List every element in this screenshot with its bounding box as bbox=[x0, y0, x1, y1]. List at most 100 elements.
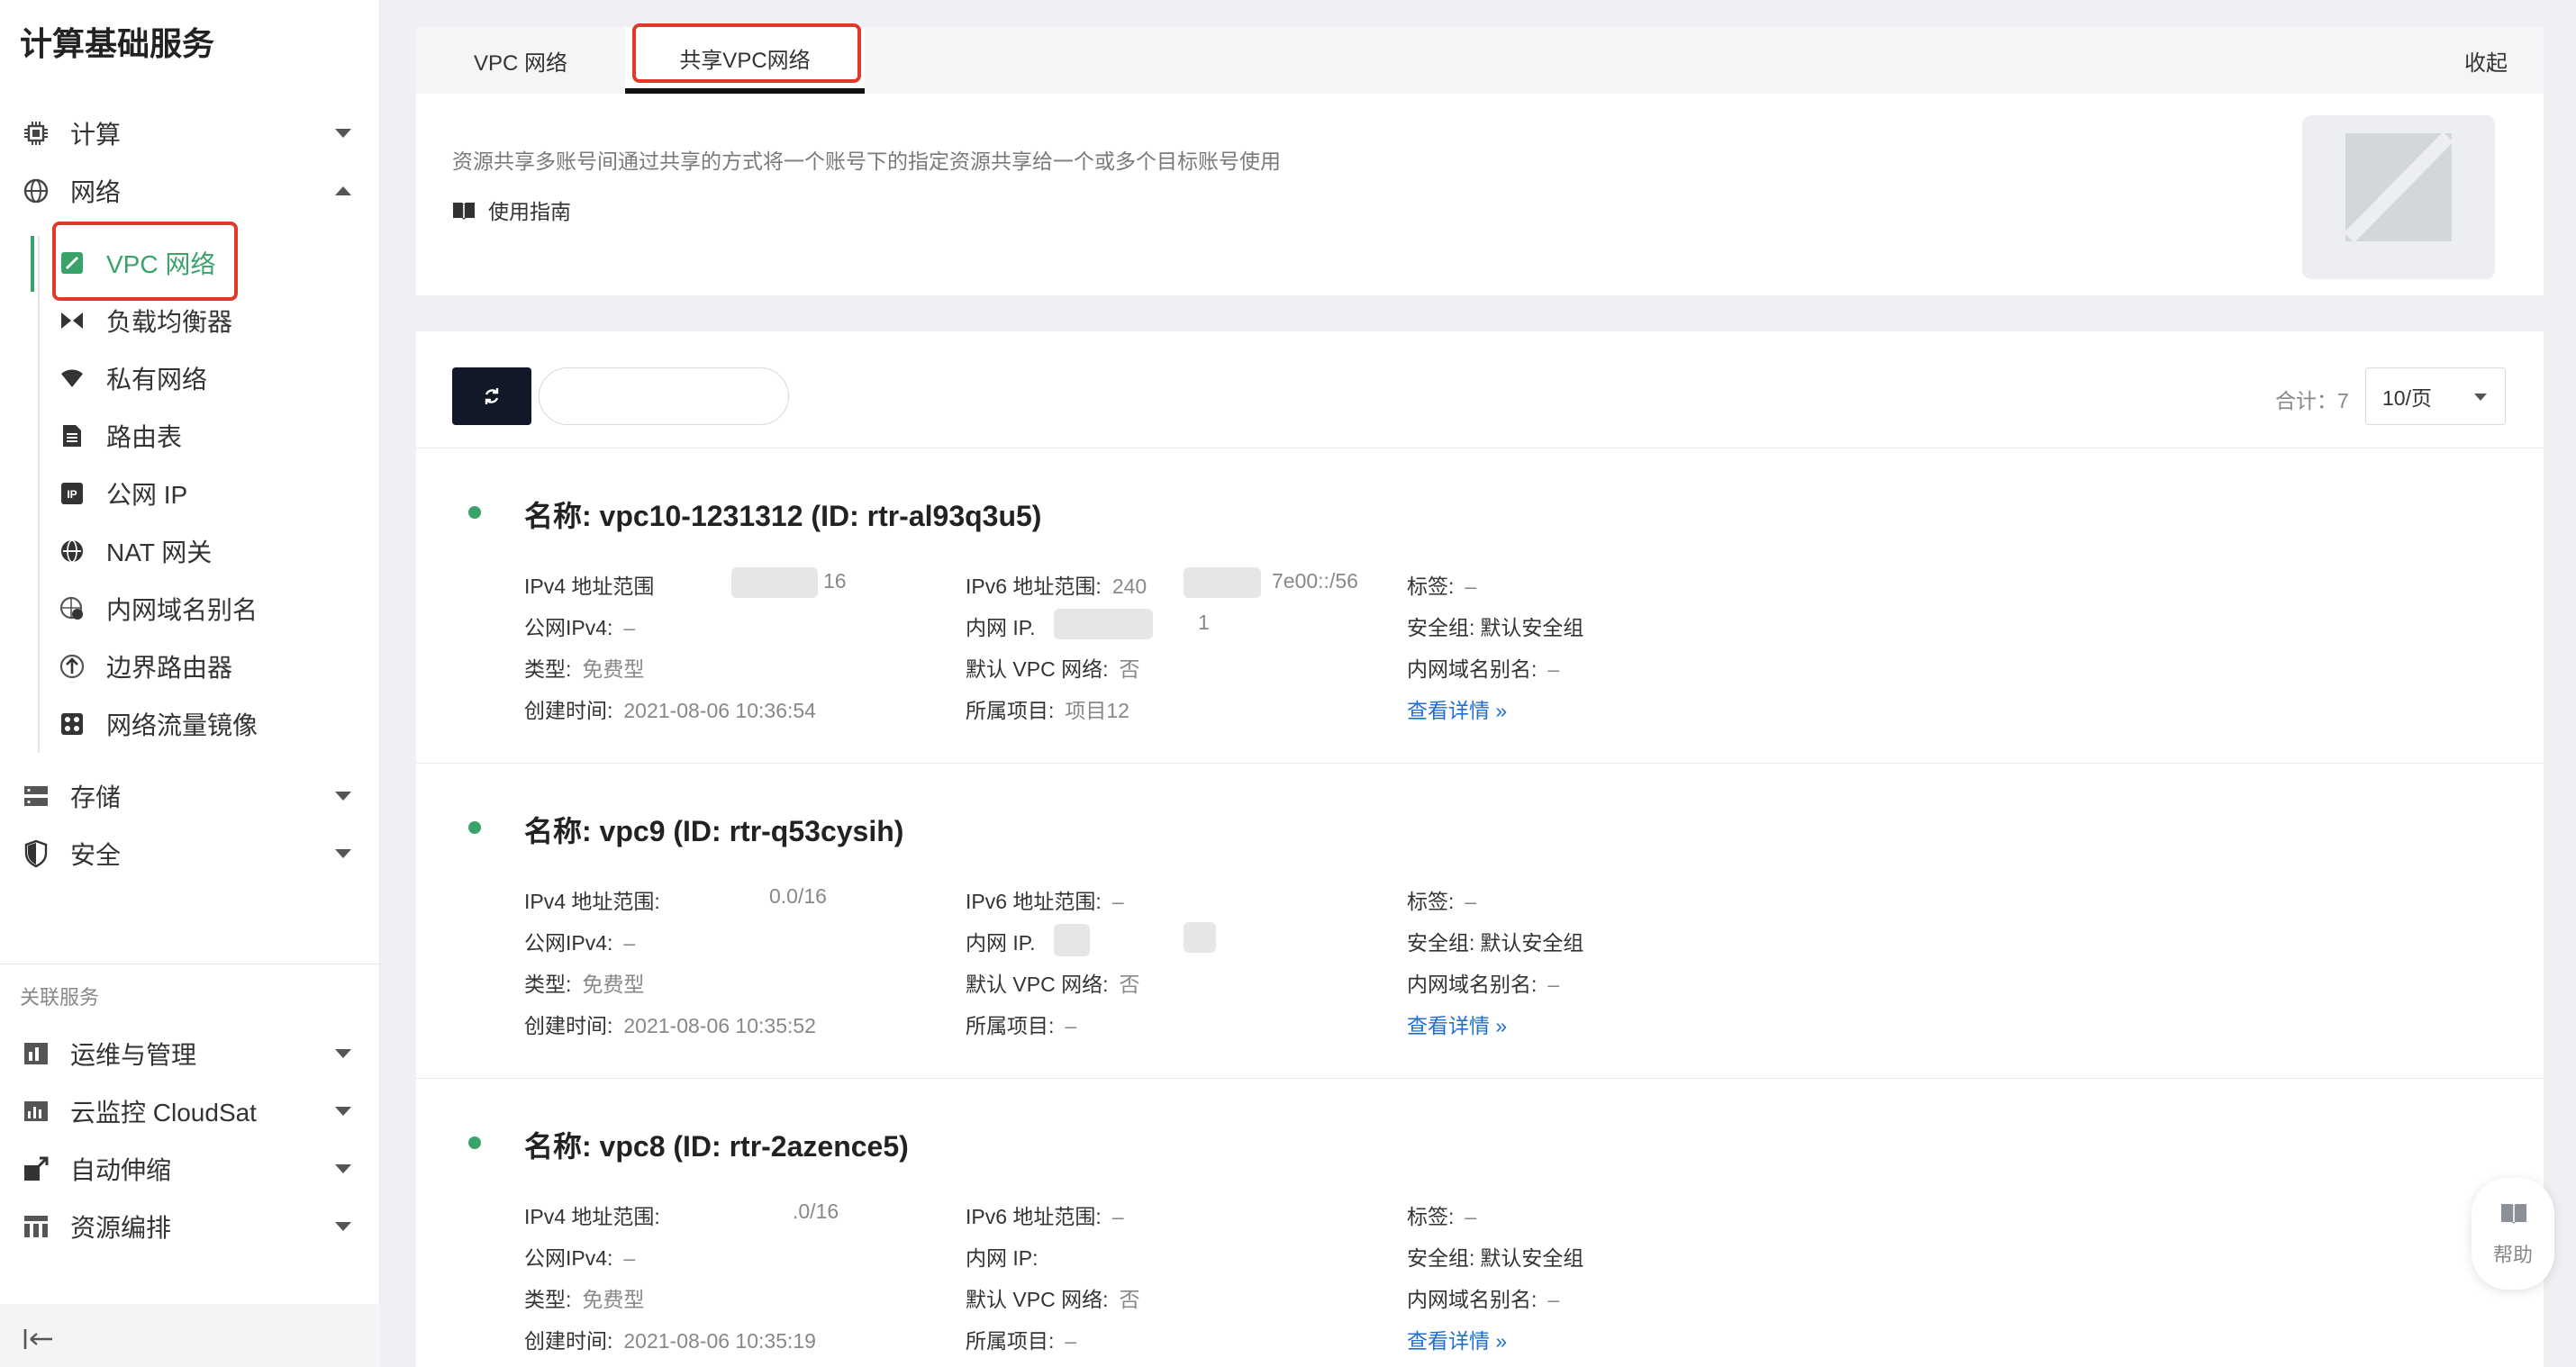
project-field: 所属项目: 项目12 bbox=[966, 699, 1129, 722]
private-ip-field: 内网 IP. bbox=[966, 931, 1036, 955]
chevron-down-icon bbox=[335, 1164, 351, 1173]
created-time-field: 创建时间: 2021-08-06 10:36:54 bbox=[524, 699, 816, 722]
refresh-button[interactable] bbox=[452, 367, 531, 425]
sidebar-item-public-ip[interactable]: IP 公网 IP bbox=[54, 466, 360, 521]
ipv4-value: .0/16 bbox=[793, 1200, 839, 1223]
collapse-button[interactable]: 收起 bbox=[2464, 27, 2508, 94]
sidebar-group-label: 自动伸缩 bbox=[70, 1156, 172, 1184]
sidebar-group-storage[interactable]: 存储 bbox=[0, 769, 380, 823]
chevron-down-icon bbox=[2474, 394, 2487, 401]
chevron-down-icon bbox=[335, 1107, 351, 1116]
sidebar-group-label: 存储 bbox=[70, 783, 122, 811]
route-table-icon bbox=[63, 425, 81, 447]
sidebar-item-label: 路由表 bbox=[106, 423, 183, 451]
nat-icon bbox=[61, 539, 83, 563]
view-details-link[interactable]: 查看详情 » bbox=[1407, 1009, 1507, 1039]
dns-alias-field: 内网域名别名: – bbox=[1407, 973, 1560, 996]
tab-shared-vpc[interactable]: 共享VPC网络 bbox=[625, 27, 865, 94]
redacted-mask bbox=[1054, 924, 1090, 956]
sidebar-item-load-balancer[interactable]: 负载均衡器 bbox=[54, 294, 360, 348]
chip-icon bbox=[24, 122, 48, 145]
sidebar-item-route-table[interactable]: 路由表 bbox=[54, 409, 360, 463]
sidebar-item-vpc[interactable]: VPC 网络 bbox=[54, 236, 360, 290]
sidebar-group-orchestration[interactable]: 资源编排 bbox=[0, 1200, 380, 1254]
sidebar-item-border-router[interactable]: 边界路由器 bbox=[54, 639, 360, 693]
vpc-list-panel: 合计：7 10/页 名称: vpc10-1231312 (ID: rtr-al9… bbox=[416, 331, 2544, 1367]
sidebar-group-label: 资源编排 bbox=[70, 1214, 172, 1242]
sidebar-item-traffic-mirror[interactable]: 网络流量镜像 bbox=[54, 697, 360, 751]
sidebar-item-label: 负载均衡器 bbox=[106, 308, 233, 336]
svg-text:IP: IP bbox=[67, 488, 77, 501]
sidebar-group-label: 计算 bbox=[70, 121, 122, 149]
ipv4-field: IPv4 地址范围: bbox=[524, 1205, 660, 1228]
vpc-name: 名称: vpc9 (ID: rtr-q53cysih) bbox=[524, 815, 904, 847]
view-details-link[interactable]: 查看详情 » bbox=[1407, 693, 1507, 724]
tag-field: 标签: – bbox=[1407, 890, 1477, 913]
ipv4-field: IPv4 地址范围 bbox=[524, 575, 655, 598]
vpc-name: 名称: vpc8 (ID: rtr-2azence5) bbox=[524, 1130, 909, 1163]
vpc-name: 名称: vpc10-1231312 (ID: rtr-al93q3u5) bbox=[524, 500, 1042, 532]
wifi-icon bbox=[61, 369, 83, 387]
sidebar-group-network[interactable]: 网络 bbox=[0, 164, 380, 218]
ipv6-field: IPv6 地址范围: – bbox=[966, 890, 1124, 913]
illustration-graphic bbox=[2344, 131, 2454, 243]
sidebar-item-label: 内网域名别名 bbox=[106, 596, 259, 624]
sidebar-group-label: 安全 bbox=[70, 841, 122, 869]
status-dot bbox=[468, 821, 481, 834]
border-router-icon bbox=[59, 654, 85, 679]
sidebar-title: 计算基础服务 bbox=[20, 25, 215, 62]
total-count: 合计：7 bbox=[2275, 389, 2349, 412]
sidebar-item-label: NAT 网关 bbox=[106, 539, 213, 566]
sidebar-group-ops[interactable]: 运维与管理 bbox=[0, 1027, 380, 1081]
help-button[interactable]: 帮助 bbox=[2472, 1178, 2554, 1290]
redacted-mask bbox=[1184, 567, 1261, 598]
tag-field: 标签: – bbox=[1407, 1205, 1477, 1228]
dns-alias-field: 内网域名别名: – bbox=[1407, 657, 1560, 681]
sidebar-group-compute[interactable]: 计算 bbox=[0, 106, 380, 160]
ipv4-value: 16 bbox=[823, 569, 847, 593]
public-ipv4-field: 公网IPv4: – bbox=[524, 1246, 636, 1270]
public-ipv4-field: 公网IPv4: – bbox=[524, 616, 636, 639]
public-ipv4-field: 公网IPv4: – bbox=[524, 931, 636, 955]
active-indicator bbox=[31, 236, 34, 292]
sidebar-group-monitor[interactable]: 云监控 CloudSat bbox=[0, 1084, 380, 1138]
refresh-icon bbox=[485, 388, 499, 404]
default-vpc-field: 默认 VPC 网络: 否 bbox=[966, 973, 1140, 996]
project-field: 所属项目: – bbox=[966, 1014, 1077, 1037]
dns-icon bbox=[59, 596, 83, 620]
type-field: 类型: 免费型 bbox=[524, 973, 645, 996]
type-field: 类型: 免费型 bbox=[524, 1288, 645, 1311]
network-globe-icon bbox=[23, 178, 49, 204]
sidebar-item-dns-alias[interactable]: 内网域名别名 bbox=[54, 582, 360, 636]
sidebar-item-nat-gateway[interactable]: NAT 网关 bbox=[54, 524, 360, 578]
usage-guide-link[interactable]: 使用指南 bbox=[452, 195, 571, 225]
type-field: 类型: 免费型 bbox=[524, 657, 645, 681]
tab-bar: VPC 网络 共享VPC网络 收起 bbox=[416, 27, 2544, 94]
storage-icon bbox=[24, 786, 48, 806]
vpc-icon bbox=[61, 252, 83, 274]
sidebar-item-private-network[interactable]: 私有网络 bbox=[54, 351, 360, 405]
vpc-list-item: 名称: vpc8 (ID: rtr-2azence5) IPv4 地址范围: .… bbox=[416, 1079, 2544, 1367]
created-time-field: 创建时间: 2021-08-06 10:35:52 bbox=[524, 1014, 816, 1037]
sidebar-group-security[interactable]: 安全 bbox=[0, 827, 380, 881]
tab-vpc[interactable]: VPC 网络 bbox=[416, 27, 625, 94]
intro-description: 资源共享多账号间通过共享的方式将一个账号下的指定资源共享给一个或多个目标账号使用 bbox=[452, 149, 1281, 173]
sidebar-item-label: VPC 网络 bbox=[106, 250, 216, 278]
sidebar-group-label: 运维与管理 bbox=[70, 1041, 197, 1069]
sidebar: 计算基础服务 计算 网络 VPC 网络 负载均衡器 私有网络 路由表 IP 公网… bbox=[0, 0, 380, 1367]
autoscale-icon bbox=[24, 1156, 49, 1181]
default-vpc-field: 默认 VPC 网络: 否 bbox=[966, 657, 1140, 681]
sidebar-footer bbox=[0, 1304, 380, 1367]
book-icon bbox=[453, 203, 475, 220]
page-size-select[interactable]: 10/页 bbox=[2365, 367, 2506, 425]
collapse-sidebar-icon[interactable] bbox=[23, 1327, 56, 1351]
status-dot bbox=[468, 1136, 481, 1149]
sidebar-group-autoscale[interactable]: 自动伸缩 bbox=[0, 1142, 380, 1196]
private-ip-field: 内网 IP: bbox=[966, 1246, 1039, 1270]
sidebar-item-label: 公网 IP bbox=[106, 481, 188, 509]
security-group-field: 安全组: 默认安全组 bbox=[1407, 1246, 1584, 1270]
search-input[interactable] bbox=[539, 367, 789, 425]
view-details-link[interactable]: 查看详情 » bbox=[1407, 1324, 1507, 1354]
intro-panel: 资源共享多账号间通过共享的方式将一个账号下的指定资源共享给一个或多个目标账号使用… bbox=[416, 94, 2544, 295]
chevron-up-icon bbox=[335, 186, 351, 195]
